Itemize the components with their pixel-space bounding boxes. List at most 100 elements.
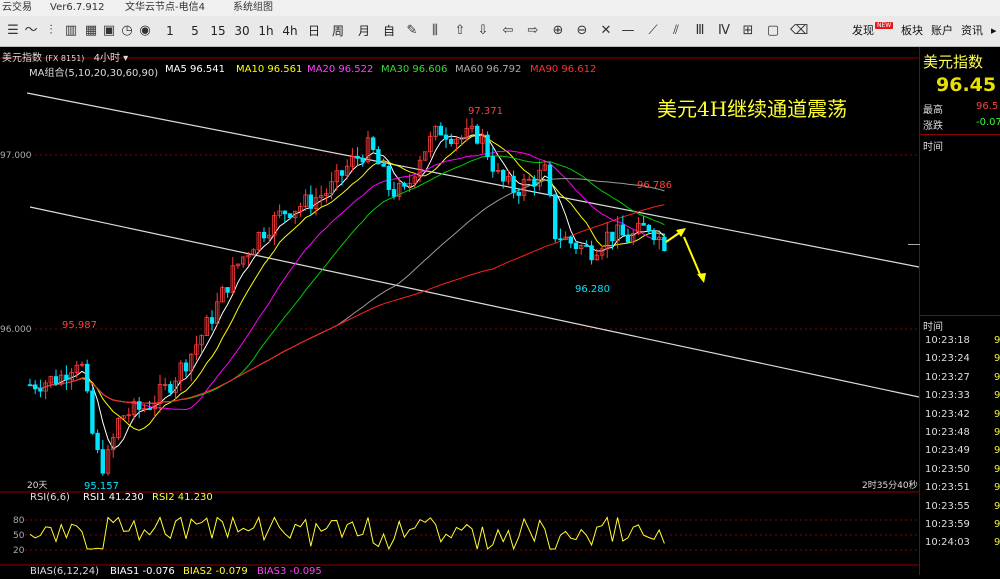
tick-time: 10:23:48 [925, 427, 970, 438]
candle-body [85, 363, 90, 392]
candle-body [511, 175, 516, 193]
account-button[interactable]: 账户 [931, 16, 953, 46]
candle-body [662, 236, 667, 251]
more-icon[interactable]: ▸ [991, 16, 997, 46]
candle-body [53, 376, 59, 385]
tick-time: 10:23:59 [925, 519, 970, 530]
rect-tool-icon[interactable]: ▢ [765, 16, 781, 46]
rsi2-label: RSI2 41.230 [152, 492, 213, 503]
bars-icon[interactable]: ▥ [62, 16, 80, 46]
tick-price: 9 [994, 353, 1000, 365]
period-label[interactable]: 4小时 [94, 53, 120, 64]
ma-lines [29, 133, 665, 450]
stop-icon[interactable]: ◉ [136, 16, 154, 46]
hline-icon[interactable]: — [620, 16, 636, 46]
period-custom[interactable]: 自 [381, 16, 397, 46]
tline-icon[interactable]: ⟋ [645, 16, 661, 46]
hamburger-icon[interactable]: ☰ [4, 16, 22, 46]
channel-lower-line[interactable] [29, 206, 920, 398]
symbol-header[interactable]: 美元指数 (FX 8151) 4小时 ▾ [2, 49, 128, 64]
save-icon[interactable]: ▣ [100, 16, 118, 46]
divider [920, 134, 1000, 135]
gann-icon[interactable]: Ⅲ [692, 16, 708, 46]
tick-price: 9 [994, 390, 1000, 402]
candle-body [381, 163, 386, 167]
candle-body [485, 134, 490, 158]
quote-last-price: 96.45 [936, 74, 997, 96]
channel-icon[interactable]: ⫽ [668, 16, 684, 46]
candle-body [147, 408, 152, 410]
annotation-text: 美元4H继续通道震荡 [657, 97, 847, 121]
tick-time: 10:23:18 [925, 335, 970, 346]
candle-icon[interactable]: ⫶ [42, 16, 60, 46]
draw-icon[interactable]: ✎ [404, 16, 420, 46]
candle-body [38, 388, 43, 392]
tick-price: 9 [994, 335, 1000, 346]
fib-icon[interactable]: Ⅳ [716, 16, 732, 46]
high-value: 96.5 [976, 101, 999, 112]
quote-symbol-name: 美元指数 [923, 53, 984, 71]
ma10-label: MA10 96.561 [236, 64, 303, 75]
period-week[interactable]: 周 [330, 16, 346, 46]
ma60-line [29, 177, 665, 404]
arrow-down-icon[interactable]: ⇩ [475, 16, 491, 46]
symbol-name: 美元指数 [2, 53, 42, 64]
candle-body [443, 134, 449, 140]
candle-body [402, 183, 407, 187]
period-4h[interactable]: 4h [280, 16, 300, 46]
rsi-title[interactable]: RSI(6,6) [30, 492, 70, 503]
ma-group-label[interactable]: MA组合(5,10,20,30,60,90) [29, 64, 158, 79]
arrow-right-icon[interactable]: ⇨ [525, 16, 541, 46]
news-button[interactable]: 资讯 [961, 16, 983, 46]
candle-body [610, 231, 615, 242]
high-label: 最高 [923, 105, 943, 116]
tick-price: 9 [994, 519, 1000, 530]
discover-button[interactable]: 发现 [852, 16, 874, 46]
arrow-up-icon[interactable]: ⇧ [452, 16, 468, 46]
candle-body [568, 236, 573, 244]
period-30m[interactable]: 30 [232, 16, 252, 46]
tile-icon[interactable]: ▦ [82, 16, 100, 46]
tick-time: 10:23:55 [925, 500, 970, 512]
text-tool-icon[interactable]: ⊞ [740, 16, 756, 46]
countdown-label: 2时35分40秒 [862, 479, 918, 491]
layout-name[interactable]: 系统组图 [233, 0, 273, 16]
ma5-label: MA5 96.541 [165, 64, 225, 75]
candle-body [90, 390, 95, 434]
zoom-out-icon[interactable]: ⊖ [574, 16, 590, 46]
axis-label-top: 97.000 [0, 151, 32, 161]
candle-body [168, 384, 173, 393]
bias-title[interactable]: BIAS(6,12,24) [30, 566, 99, 577]
candle-body [64, 374, 69, 381]
period-15m[interactable]: 15 [208, 16, 228, 46]
candle-body [308, 194, 313, 209]
candle-body [641, 222, 646, 226]
candle-body [282, 210, 287, 215]
candle-body [225, 287, 230, 293]
zoom-in-icon[interactable]: ⊕ [550, 16, 566, 46]
period-5m[interactable]: 5 [188, 16, 202, 46]
price-left-level-label: 95.987 [62, 320, 97, 331]
sector-button[interactable]: 板块 [901, 16, 923, 46]
arrow-left-icon[interactable]: ⇦ [500, 16, 516, 46]
tick-time: 10:24:03 [925, 537, 970, 549]
candles [27, 117, 667, 476]
cross-icon[interactable]: ✕ [598, 16, 614, 46]
split-icon[interactable]: ⫼ [427, 16, 443, 46]
period-1m[interactable]: 1 [163, 16, 177, 46]
chart-area[interactable]: 97.000 96.000 80 50 20 97.371 95.157 95.… [0, 47, 920, 577]
period-month[interactable]: 月 [356, 16, 372, 46]
candle-body [355, 155, 360, 159]
eraser-icon[interactable]: ⌫ [790, 16, 808, 46]
rsi1-label: RSI1 41.230 [83, 492, 144, 503]
line-chart-icon[interactable]: 〜 [22, 16, 40, 46]
chevron-down-icon[interactable]: ▾ [120, 53, 128, 64]
period-day[interactable]: 日 [306, 16, 322, 46]
candle-body [584, 245, 589, 247]
symbol-code: (FX 8151) [45, 54, 85, 63]
candle-body [532, 178, 537, 187]
rsi-tick-50: 50 [13, 531, 25, 541]
period-1h[interactable]: 1h [256, 16, 276, 46]
tick-time: 10:23:27 [925, 371, 970, 383]
clock-icon[interactable]: ◷ [118, 16, 136, 46]
